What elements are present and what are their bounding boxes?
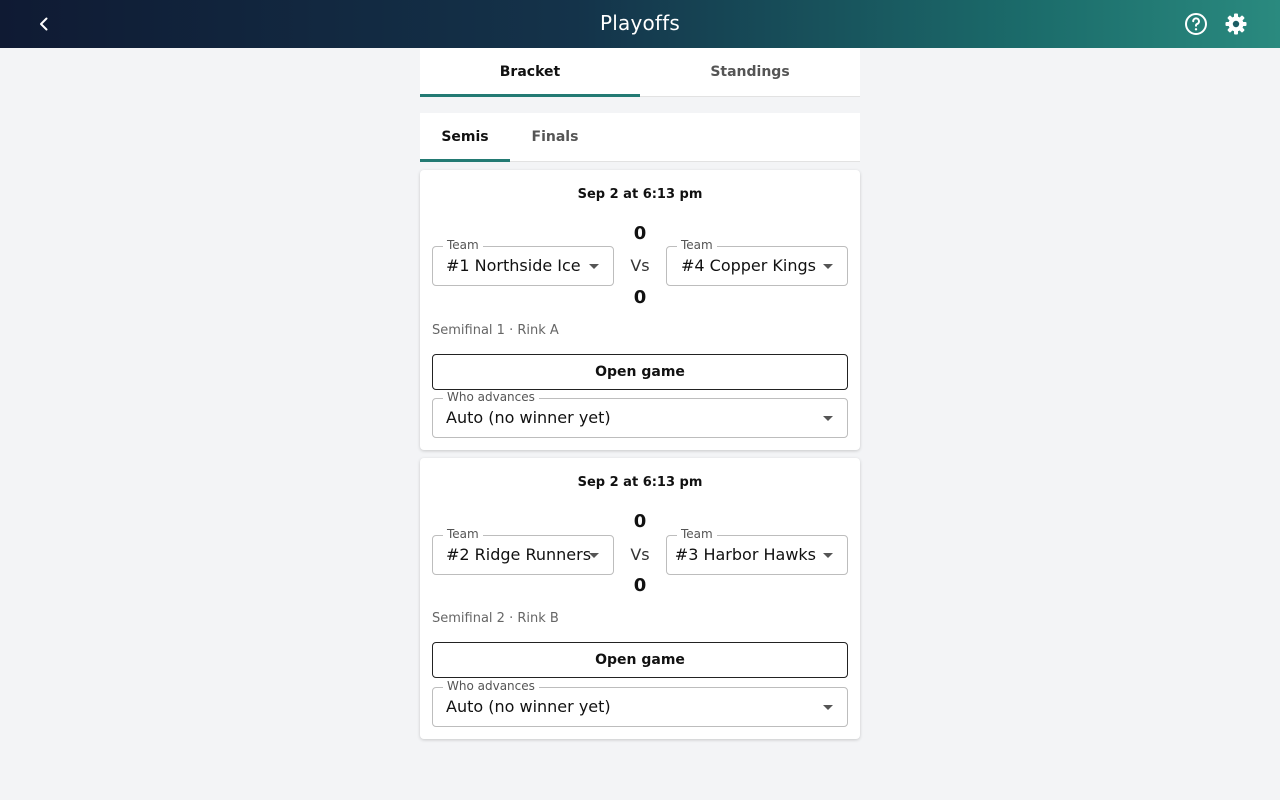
who-advances-label: Who advances: [443, 679, 539, 693]
game-card: Sep 2 at 6:13 pm Team #2 Ridge Runners 0…: [420, 458, 860, 739]
home-team-select[interactable]: Team #2 Ridge Runners: [432, 527, 614, 575]
away-team-value: #3 Harbor Hawks: [674, 545, 816, 564]
vs-label: Vs: [630, 256, 650, 275]
away-team-select[interactable]: Team #3 Harbor Hawks: [666, 527, 848, 575]
page-title: Playoffs: [599, 11, 681, 35]
away-score: 0: [633, 287, 647, 308]
round-tabs: Semis Finals: [420, 113, 860, 162]
away-team-value: #4 Copper Kings: [680, 256, 816, 275]
who-advances-value: Auto (no winner yet): [446, 697, 611, 716]
team-label: Team: [677, 527, 717, 541]
game-meta: Semifinal 2 · Rink B: [432, 611, 559, 626]
who-advances-value: Auto (no winner yet): [446, 408, 611, 427]
team-label: Team: [677, 238, 717, 252]
dropdown-arrow-icon: [823, 553, 833, 558]
dropdown-arrow-icon: [589, 553, 599, 558]
help-circle-icon: [1185, 13, 1207, 35]
main-tabs: Bracket Standings: [420, 48, 860, 97]
who-advances-select[interactable]: Who advances Auto (no winner yet): [432, 390, 848, 438]
away-team-select[interactable]: Team #4 Copper Kings: [666, 238, 848, 286]
open-game-button[interactable]: Open game: [432, 354, 848, 390]
gear-icon: [1225, 13, 1247, 35]
tab-bracket[interactable]: Bracket: [420, 48, 640, 97]
home-team-value: #1 Northside Ice: [446, 256, 581, 275]
home-score: 0: [633, 511, 647, 532]
dropdown-arrow-icon: [823, 264, 833, 269]
home-team-value: #2 Ridge Runners: [446, 545, 592, 564]
help-button[interactable]: [1184, 12, 1208, 36]
app-header: Playoffs: [0, 0, 1280, 48]
away-score: 0: [633, 575, 647, 596]
tab-finals[interactable]: Finals: [510, 113, 600, 161]
team-label: Team: [443, 238, 483, 252]
settings-button[interactable]: [1224, 12, 1248, 36]
dropdown-arrow-icon: [823, 705, 833, 710]
tab-semis[interactable]: Semis: [420, 113, 510, 162]
who-advances-select[interactable]: Who advances Auto (no winner yet): [432, 679, 848, 727]
home-score: 0: [633, 223, 647, 244]
tab-standings[interactable]: Standings: [640, 48, 860, 96]
team-label: Team: [443, 527, 483, 541]
game-card: Sep 2 at 6:13 pm Team #1 Northside Ice 0…: [420, 170, 860, 450]
dropdown-arrow-icon: [589, 264, 599, 269]
game-date: Sep 2 at 6:13 pm: [577, 475, 703, 490]
who-advances-label: Who advances: [443, 390, 539, 404]
open-game-button[interactable]: Open game: [432, 642, 848, 678]
dropdown-arrow-icon: [823, 416, 833, 421]
game-meta: Semifinal 1 · Rink A: [432, 323, 559, 338]
home-team-select[interactable]: Team #1 Northside Ice: [432, 238, 614, 286]
vs-label: Vs: [630, 545, 650, 564]
game-date: Sep 2 at 6:13 pm: [577, 187, 703, 202]
